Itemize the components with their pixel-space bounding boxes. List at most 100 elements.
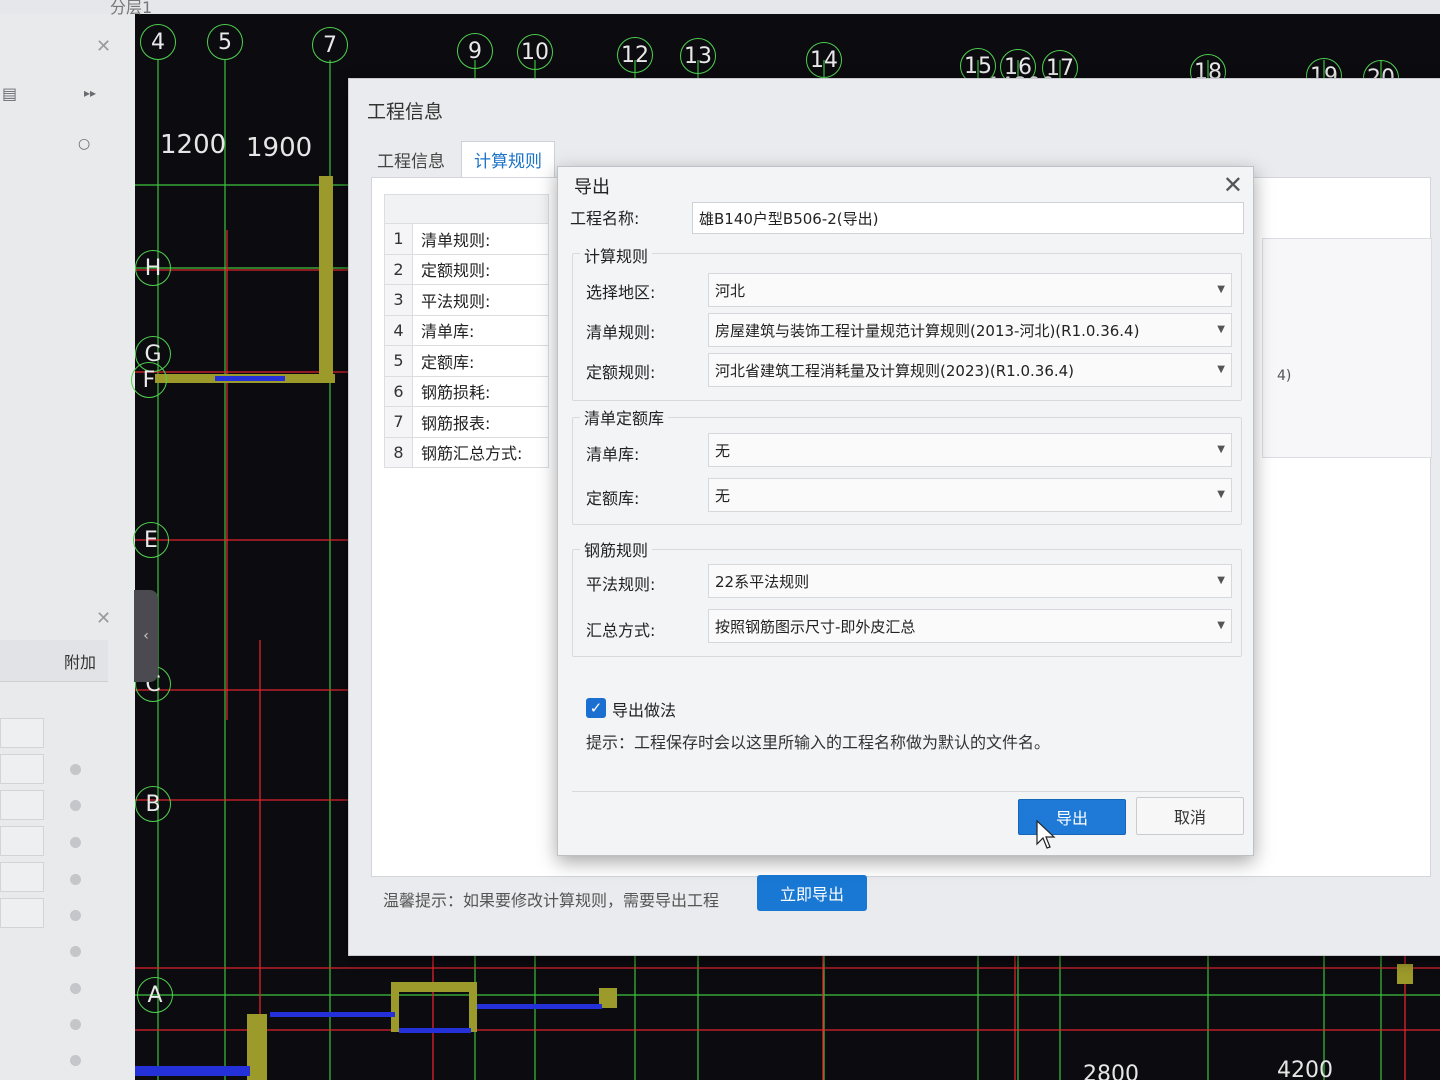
- table-row[interactable]: 5 定额库:: [384, 346, 549, 377]
- export-method-checkbox[interactable]: ✓: [586, 698, 606, 718]
- list-item[interactable]: [0, 898, 44, 928]
- list-rule-value: 房屋建筑与装饰工程计量规范计算规则(2013-河北)(R1.0.36.4): [715, 321, 1140, 340]
- cancel-button[interactable]: 取消: [1136, 797, 1244, 835]
- hint-text: 提示：工程保存时会以这里所输入的工程名称做为默认的文件名。: [586, 733, 1051, 752]
- rules-value-column: [1262, 238, 1432, 458]
- list-item[interactable]: [0, 826, 44, 856]
- radio-dot[interactable]: [70, 874, 81, 885]
- panel-collapse-handle[interactable]: ‹: [134, 590, 158, 682]
- row-number: 7: [385, 407, 413, 437]
- region-value: 河北: [715, 281, 746, 300]
- row-label: 钢筋损耗:: [421, 383, 491, 403]
- row-number: 6: [385, 376, 413, 406]
- radio-dot[interactable]: [70, 837, 81, 848]
- table-row[interactable]: 1 清单规则:: [384, 224, 549, 255]
- radio-dot[interactable]: [70, 1019, 81, 1030]
- radio-dot[interactable]: [70, 1055, 81, 1066]
- flat-rule-select[interactable]: 22系平法规则 ▼: [708, 564, 1232, 598]
- dialog-title: 导出: [574, 177, 610, 198]
- divider: [572, 791, 1240, 792]
- export-now-button[interactable]: 立即导出: [757, 875, 867, 911]
- list-rule-select[interactable]: 房屋建筑与装饰工程计量规范计算规则(2013-河北)(R1.0.36.4) ▼: [708, 313, 1232, 347]
- table-row[interactable]: 3 平法规则:: [384, 285, 549, 316]
- export-method-label[interactable]: 导出做法: [612, 697, 676, 721]
- search-icon[interactable]: ○: [78, 136, 90, 152]
- export-dialog: 导出 ✕ 工程名称: 雄B140户型B506-2(导出) 计算规则 选择地区: …: [557, 166, 1254, 856]
- rules-table: 1 清单规则: 2 定额规则: 3 平法规则: 4 清单库: 5 定额库: 6 钢筋损耗: …: [384, 194, 549, 468]
- axis-label-left: H: [135, 250, 171, 286]
- flat-rule-value: 22系平法规则: [715, 572, 810, 591]
- row-label: 定额库:: [421, 352, 475, 372]
- axis-label-left: A: [137, 977, 173, 1013]
- radio-dot[interactable]: [70, 983, 81, 994]
- dimension-text: 1200: [160, 130, 227, 160]
- list-item[interactable]: [0, 862, 44, 892]
- axis-label-top: 13: [680, 38, 716, 74]
- quota-rule-label: 定额规则:: [586, 363, 656, 382]
- table-row[interactable]: 8 钢筋汇总方式:: [384, 437, 549, 468]
- chevron-down-icon: ▼: [1217, 489, 1225, 500]
- project-name-input[interactable]: 雄B140户型B506-2(导出): [692, 202, 1244, 234]
- layer-label[interactable]: 分层1: [110, 0, 152, 18]
- table-row[interactable]: 4 清单库:: [384, 315, 549, 346]
- table-header: [384, 194, 549, 224]
- list-lib-value: 无: [715, 441, 731, 460]
- double-chevron-right-icon[interactable]: ▸▸: [84, 86, 96, 100]
- close-icon[interactable]: ✕: [96, 608, 111, 629]
- list-item[interactable]: [0, 754, 44, 784]
- axis-label-left: F: [131, 362, 167, 398]
- axis-label-left: B: [135, 786, 171, 822]
- group-title: 钢筋规则: [580, 537, 653, 561]
- row-number: 4: [385, 315, 413, 345]
- chevron-left-icon: ‹: [143, 628, 149, 644]
- project-name-label: 工程名称:: [570, 209, 640, 228]
- region-select[interactable]: 河北 ▼: [708, 273, 1232, 307]
- close-icon[interactable]: ✕: [1223, 171, 1243, 199]
- quota-rule-select[interactable]: 河北省建筑工程消耗量及计算规则(2023)(R1.0.36.4) ▼: [708, 353, 1232, 387]
- table-row[interactable]: 2 定额规则:: [384, 254, 549, 285]
- summary-label: 汇总方式:: [586, 621, 656, 640]
- tab-project-info[interactable]: 工程信息: [365, 141, 457, 177]
- tab-attach[interactable]: 附加: [0, 640, 108, 682]
- dimension-text: 4200: [1277, 1058, 1333, 1080]
- list-item[interactable]: [0, 718, 44, 748]
- table-row[interactable]: 7 钢筋报表:: [384, 407, 549, 438]
- window-title: 工程信息: [367, 101, 444, 123]
- warm-tip-text: 温馨提示：如果要修改计算规则，需要导出工程: [383, 891, 720, 910]
- group-title: 计算规则: [580, 243, 653, 267]
- radio-dot[interactable]: [70, 946, 81, 957]
- check-icon: ✓: [589, 699, 603, 717]
- top-toolbar-strip: 分层1: [0, 0, 1440, 17]
- chevron-down-icon: ▼: [1217, 364, 1225, 375]
- radio-dot[interactable]: [70, 800, 81, 811]
- axis-label-top: 4: [140, 24, 176, 60]
- quota-lib-value: 无: [715, 486, 731, 505]
- tab-calc-rules[interactable]: 计算规则: [461, 141, 555, 177]
- summary-select[interactable]: 按照钢筋图示尺寸-即外皮汇总 ▼: [708, 609, 1232, 643]
- axis-label-left: E: [133, 522, 169, 558]
- row-number: 5: [385, 346, 413, 376]
- axis-label-top: 7: [312, 27, 348, 63]
- axis-label-top: 12: [617, 37, 653, 73]
- row-number: 3: [385, 285, 413, 315]
- grid-view-icon[interactable]: ▤: [2, 84, 17, 103]
- axis-label-top: 14: [806, 42, 842, 78]
- row-label: 平法规则:: [421, 291, 491, 311]
- table-row[interactable]: 6 钢筋损耗:: [384, 376, 549, 407]
- flat-rule-label: 平法规则:: [586, 575, 656, 594]
- tab-attach-label: 附加: [63, 652, 96, 672]
- axis-label-top: 5: [207, 24, 243, 60]
- radio-dot[interactable]: [70, 764, 81, 775]
- close-icon[interactable]: ✕: [96, 36, 111, 57]
- row-label: 清单库:: [421, 322, 475, 342]
- row-label: 钢筋报表:: [421, 413, 491, 433]
- truncated-value: 4): [1277, 368, 1292, 384]
- quota-lib-select[interactable]: 无 ▼: [708, 478, 1232, 512]
- list-lib-select[interactable]: 无 ▼: [708, 433, 1232, 467]
- left-panel: ✕ ▤ ▸▸ ○ ✕ 附加: [0, 0, 135, 1080]
- list-item[interactable]: [0, 790, 44, 820]
- region-label: 选择地区:: [586, 283, 656, 302]
- chevron-down-icon: ▼: [1217, 284, 1225, 295]
- export-button[interactable]: 导出: [1018, 799, 1126, 835]
- radio-dot[interactable]: [70, 910, 81, 921]
